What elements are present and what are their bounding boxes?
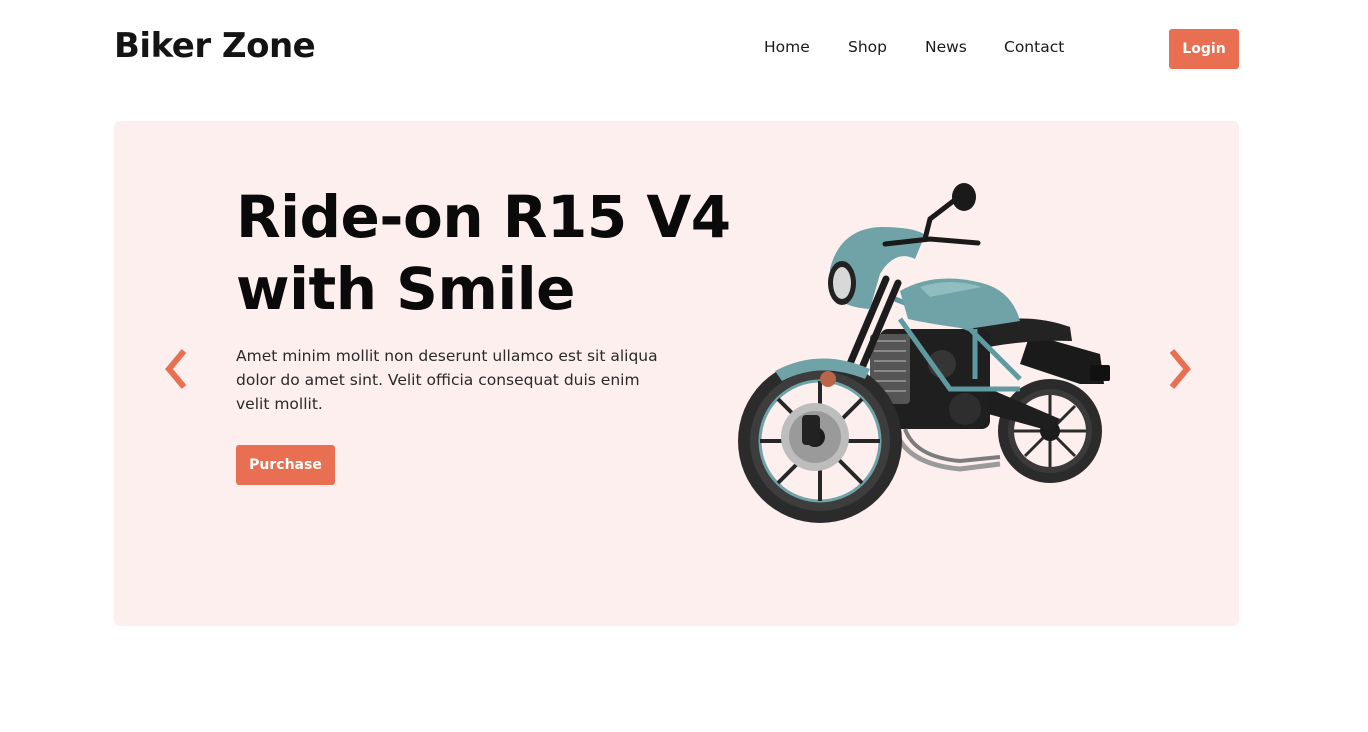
hero-description: Amet minim mollit non deserunt ullamco e…	[236, 347, 658, 413]
hero-slider: Ride-on R15 V4 with Smile Amet minim mol…	[114, 121, 1239, 626]
motorcycle-illustration	[738, 183, 1110, 523]
hero-title-line-2: with Smile	[236, 255, 575, 323]
nav-news-link[interactable]: News	[925, 38, 967, 56]
nav-shop-link[interactable]: Shop	[848, 38, 887, 56]
purchase-button[interactable]: Purchase	[236, 445, 335, 485]
nav-contact-link[interactable]: Contact	[1004, 38, 1064, 56]
site-header: Biker Zone Home Shop News Contact Login	[0, 0, 1368, 100]
hero-title-line-1: Ride-on R15 V4	[236, 183, 731, 251]
motorcycle-image	[720, 179, 1120, 529]
login-button[interactable]: Login	[1169, 29, 1239, 69]
hero-title: Ride-on R15 V4 with Smile	[236, 181, 756, 325]
front-wheel	[738, 359, 902, 523]
next-slide-button[interactable]	[1164, 347, 1196, 391]
nav-home-link[interactable]: Home	[764, 38, 810, 56]
page: Biker Zone Home Shop News Contact Login …	[0, 0, 1368, 732]
chevron-left-icon	[165, 349, 187, 389]
prev-slide-button[interactable]	[160, 347, 192, 391]
brand-logo[interactable]: Biker Zone	[114, 26, 316, 66]
chevron-right-icon	[1169, 349, 1191, 389]
